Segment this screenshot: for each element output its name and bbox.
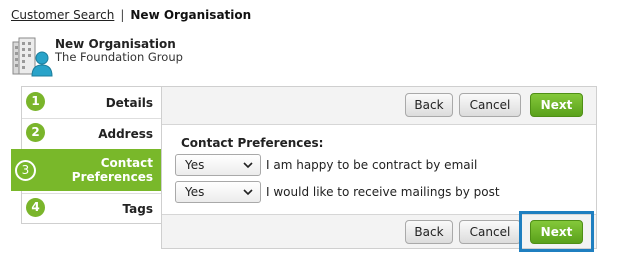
section-title: Contact Preferences: bbox=[181, 136, 324, 150]
step-number: 3 bbox=[15, 160, 36, 181]
step-label-line2: Preferences bbox=[71, 170, 153, 184]
step-contact-preferences[interactable]: 3 Contact Preferences bbox=[11, 149, 171, 191]
building-person-icon bbox=[12, 37, 53, 77]
step-number: 2 bbox=[26, 123, 45, 142]
next-button-highlight bbox=[519, 211, 594, 252]
top-button-bar: Back Cancel Next bbox=[162, 87, 596, 125]
next-button-top[interactable]: Next bbox=[530, 93, 583, 117]
select-value: Yes bbox=[185, 158, 205, 172]
cancel-button-top[interactable]: Cancel bbox=[459, 93, 521, 117]
post-preference-label: I would like to receive mailings by post bbox=[266, 185, 500, 199]
step-number: 1 bbox=[26, 92, 45, 111]
breadcrumb-separator: | bbox=[120, 8, 125, 22]
step-number: 4 bbox=[26, 198, 45, 217]
step-details[interactable]: 1 Details bbox=[22, 88, 161, 118]
step-tags[interactable]: 4 Tags bbox=[22, 194, 161, 224]
step-label-line1: Contact bbox=[100, 156, 153, 170]
back-button-bottom[interactable]: Back bbox=[405, 220, 453, 244]
post-preference-select[interactable]: Yes bbox=[175, 181, 261, 203]
chevron-down-icon bbox=[243, 189, 253, 196]
org-name: New Organisation bbox=[55, 37, 176, 51]
email-preference-select[interactable]: Yes bbox=[175, 154, 261, 176]
email-preference-label: I am happy to be contract by email bbox=[266, 158, 478, 172]
back-button-top[interactable]: Back bbox=[405, 93, 453, 117]
org-header: New Organisation The Foundation Group bbox=[11, 36, 311, 78]
breadcrumb: Customer Search | New Organisation bbox=[11, 8, 251, 22]
breadcrumb-current: New Organisation bbox=[130, 8, 252, 22]
step-label: Tags bbox=[122, 202, 153, 216]
chevron-down-icon bbox=[243, 162, 253, 169]
select-value: Yes bbox=[185, 185, 205, 199]
step-label: Contact Preferences bbox=[72, 156, 153, 184]
breadcrumb-customer-search-link[interactable]: Customer Search bbox=[11, 8, 114, 22]
step-label: Address bbox=[98, 127, 153, 141]
cancel-button-bottom[interactable]: Cancel bbox=[459, 220, 521, 244]
step-address[interactable]: 2 Address bbox=[22, 119, 161, 149]
org-group: The Foundation Group bbox=[55, 50, 183, 64]
step-label: Details bbox=[105, 96, 153, 110]
